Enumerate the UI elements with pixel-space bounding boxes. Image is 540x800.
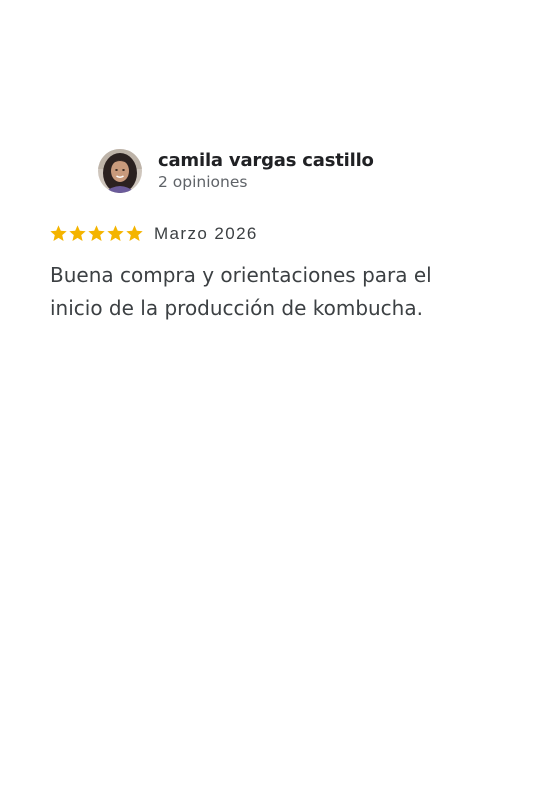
star-icon: [88, 224, 105, 241]
review-text: Buena compra y orientaciones para el ini…: [50, 263, 432, 320]
star-icon: [69, 224, 86, 241]
star-icon: [126, 224, 143, 241]
star-icon: [107, 224, 124, 241]
review-date: Marzo 2026: [154, 224, 258, 243]
avatar[interactable]: [98, 149, 142, 193]
rating-row: Marzo 2026: [49, 222, 258, 244]
review-card: camila vargas castillo 2 opiniones Marzo…: [0, 0, 540, 800]
reviewer-name[interactable]: camila vargas castillo: [158, 150, 374, 172]
reviewer-info: camila vargas castillo 2 opiniones: [158, 150, 374, 191]
profile-photo: [98, 149, 142, 193]
reviewer-header: camila vargas castillo 2 opiniones: [98, 149, 374, 193]
reviewer-review-count: 2 opiniones: [158, 173, 248, 191]
star-icon: [50, 224, 67, 241]
star-rating: [49, 224, 144, 243]
